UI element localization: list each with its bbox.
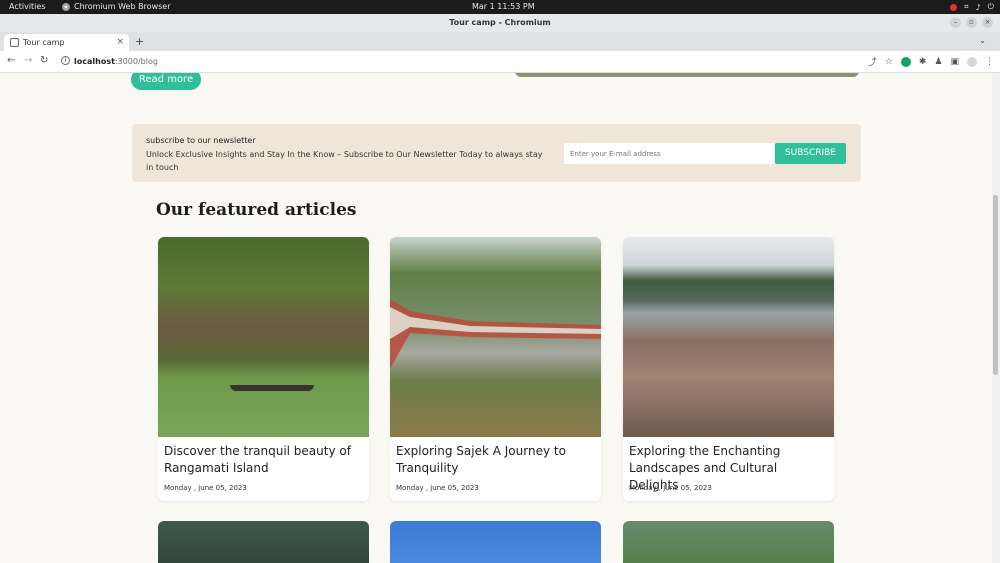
article-image[interactable] [390, 237, 601, 437]
article-date: Monday , june 05, 2023 [164, 484, 247, 492]
tabstrip: Tour camp × + ⌄ [0, 32, 1000, 51]
newsletter-title: subscribe to our newsletter [146, 136, 256, 145]
article-date: Monday , june 05, 2023 [396, 484, 479, 492]
article-image[interactable] [623, 521, 834, 563]
article-image[interactable] [158, 521, 369, 563]
reload-icon[interactable]: ↻ [40, 55, 48, 66]
share-icon[interactable]: ⤴ [868, 55, 877, 68]
address-bar[interactable]: i localhost:3000/blog [56, 54, 856, 70]
read-more-button[interactable]: Read more [131, 73, 201, 90]
newsletter-description: Unlock Exclusive Insights and Stay In th… [146, 150, 543, 172]
newsletter-section: subscribe to our newsletter Unlock Exclu… [132, 124, 861, 182]
minimize-button[interactable]: – [950, 17, 961, 28]
clock[interactable]: Mar 1 11:53 PM [472, 2, 535, 11]
tab-search-chevron-icon[interactable]: ⌄ [979, 36, 986, 45]
power-icon: ⏻ [987, 2, 994, 11]
page-scrollbar[interactable] [992, 73, 1000, 563]
tab-tour-camp[interactable]: Tour camp × [4, 34, 129, 51]
app-menu[interactable]: Chromium Web Browser [62, 2, 171, 11]
window-titlebar: Tour camp - Chromium – ▫ × [0, 14, 1000, 32]
previous-article-image [515, 73, 859, 77]
browser-toolbar: ← → ↻ i localhost:3000/blog ⤴ ☆ ✱ ♟ ▣ ⋮ [0, 51, 1000, 73]
article-card[interactable]: Exploring the Enchanting Landscapes and … [623, 237, 834, 501]
article-image[interactable] [623, 237, 834, 437]
side-panel-icon[interactable]: ▣ [950, 57, 959, 67]
featured-articles-heading: Our featured articles [156, 200, 357, 220]
volume-icon: ♪ [975, 2, 981, 12]
url-path: :3000/blog [114, 57, 158, 66]
site-info-icon[interactable]: i [61, 56, 70, 65]
url-host: localhost [74, 57, 115, 66]
subscribe-button[interactable]: SUBSCRIBE [775, 143, 846, 164]
article-title[interactable]: Discover the tranquil beauty of Rangamat… [164, 443, 364, 477]
system-tray[interactable]: ⌗ ♪ ⏻ [950, 2, 994, 12]
forward-arrow-icon[interactable]: → [24, 55, 32, 66]
tab-close-icon[interactable]: × [116, 37, 124, 47]
maximize-button[interactable]: ▫ [966, 17, 977, 28]
more-menu-icon[interactable]: ⋮ [985, 57, 994, 67]
train-shape [390, 299, 601, 369]
article-image[interactable] [158, 237, 369, 437]
globe-icon [10, 38, 19, 47]
profile-person-icon[interactable]: ♟ [934, 57, 942, 67]
bookmark-star-icon[interactable]: ☆ [885, 57, 893, 67]
new-tab-button[interactable]: + [135, 35, 144, 48]
article-date: Monday , june 05, 2023 [629, 484, 712, 492]
network-icon: ⌗ [964, 2, 969, 11]
boat-shape [230, 385, 314, 391]
close-window-button[interactable]: × [982, 17, 993, 28]
recording-indicator-icon [950, 3, 958, 11]
activities-button[interactable]: Activities [9, 2, 46, 11]
chromium-icon [62, 2, 70, 11]
email-field[interactable] [564, 143, 774, 164]
tab-title: Tour camp [23, 38, 65, 47]
page-viewport: Read more subscribe to our newsletter Un… [0, 73, 992, 563]
avatar[interactable] [967, 56, 977, 67]
scrollbar-thumb[interactable] [993, 195, 998, 375]
system-top-bar: Activities Chromium Web Browser Mar 1 11… [0, 0, 1000, 14]
extension-green-icon[interactable] [900, 56, 911, 67]
article-image[interactable] [390, 521, 601, 563]
back-arrow-icon[interactable]: ← [7, 55, 15, 66]
article-title[interactable]: Exploring Sajek A Journey to Tranquility [396, 443, 596, 477]
app-name-label: Chromium Web Browser [74, 2, 171, 11]
window-title: Tour camp - Chromium [449, 18, 551, 27]
extensions-puzzle-icon[interactable]: ✱ [919, 57, 927, 67]
article-card[interactable]: Exploring Sajek A Journey to Tranquility… [390, 237, 601, 501]
article-card[interactable]: Discover the tranquil beauty of Rangamat… [158, 237, 369, 501]
